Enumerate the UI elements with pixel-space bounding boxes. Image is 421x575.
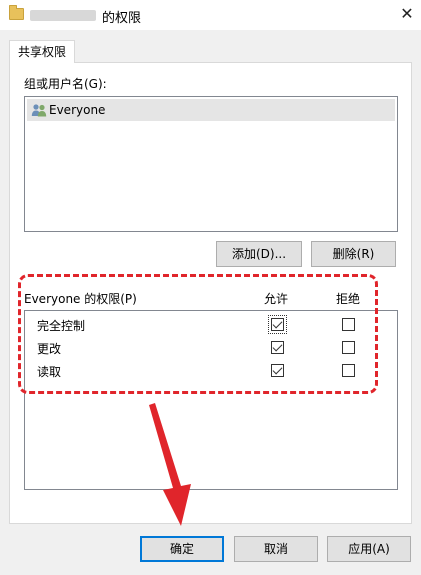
folder-icon	[9, 5, 24, 20]
tab-label: 共享权限	[17, 45, 66, 59]
remove-button[interactable]: 删除(R)	[311, 241, 396, 267]
list-item[interactable]: Everyone	[27, 99, 395, 121]
blurred-folder-name	[30, 10, 96, 21]
cancel-button[interactable]: 取消	[234, 536, 318, 562]
group-label: 组或用户名(G):	[24, 77, 107, 91]
add-button[interactable]: 添加(D)...	[216, 241, 302, 267]
title-bar: 的权限 ✕	[0, 0, 421, 30]
red-arrow-icon	[149, 403, 191, 526]
users-icon	[31, 104, 47, 117]
apply-button[interactable]: 应用(A)	[327, 536, 411, 562]
ok-button[interactable]: 确定	[140, 536, 224, 562]
highlight-dashed-box	[18, 274, 378, 394]
tab-share-permissions[interactable]: 共享权限	[9, 40, 75, 63]
user-name: Everyone	[49, 103, 106, 117]
close-button[interactable]: ✕	[393, 0, 421, 28]
window-title: 的权限	[102, 11, 142, 26]
group-user-list[interactable]: Everyone	[24, 96, 398, 232]
